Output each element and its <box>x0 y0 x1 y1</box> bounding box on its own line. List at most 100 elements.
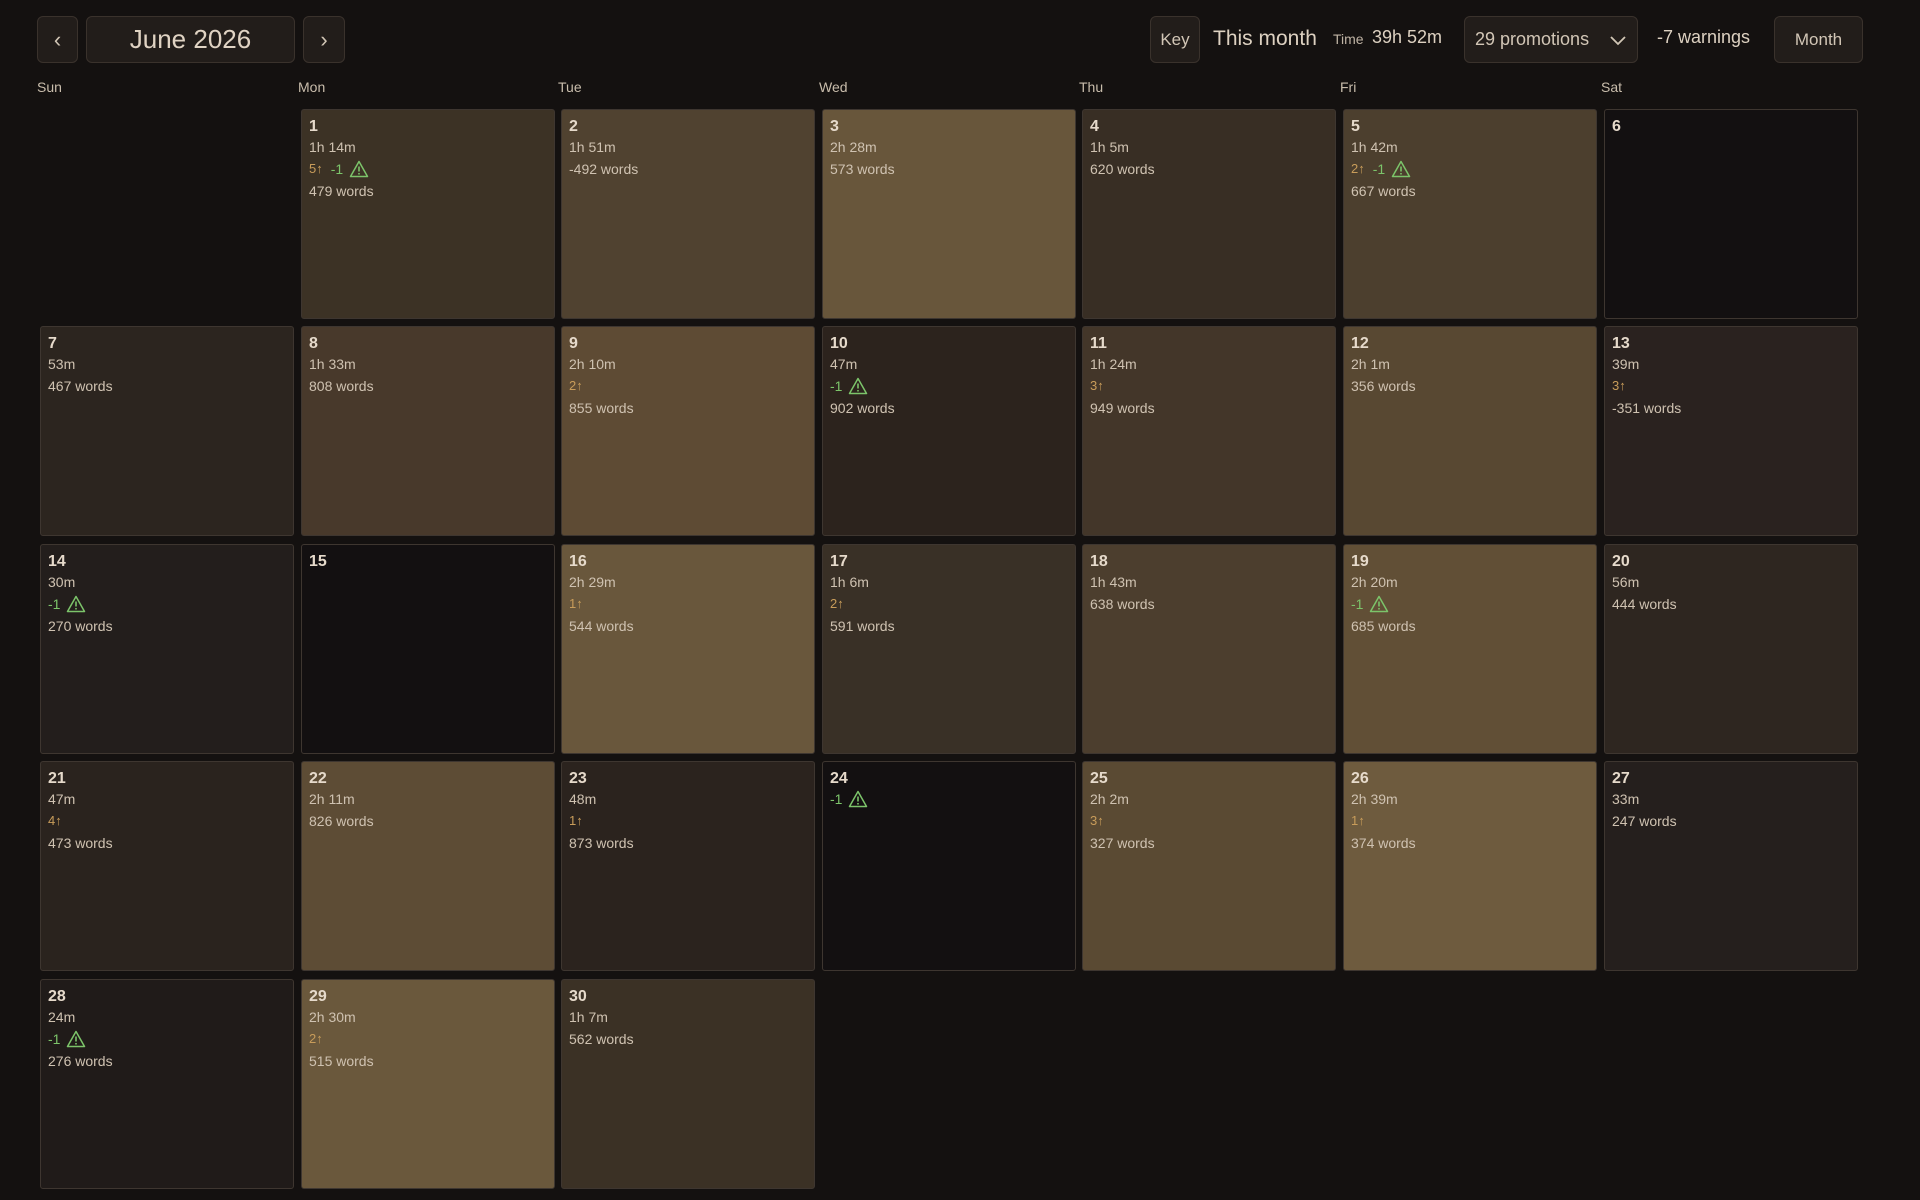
day-number: 15 <box>309 553 327 570</box>
day-number: 8 <box>309 335 318 352</box>
promotion-count: 4↑ <box>48 813 62 828</box>
scope-label: This month <box>1213 27 1317 50</box>
day-words: 276 words <box>48 1053 113 1069</box>
day-cell[interactable]: 20 56m 444 words <box>1604 544 1858 754</box>
day-words: 473 words <box>48 835 113 851</box>
day-cell[interactable]: 2 1h 51m -492 words <box>561 109 815 319</box>
day-time: 2h 39m <box>1351 791 1398 807</box>
day-cell[interactable]: 21 47m 4↑ 473 words <box>40 761 294 971</box>
day-cell[interactable]: 24 -1 <box>822 761 1076 971</box>
day-words: 270 words <box>48 618 113 634</box>
day-cell[interactable]: 4 1h 5m 620 words <box>1082 109 1336 319</box>
prev-month-button[interactable]: ‹ <box>37 16 78 63</box>
day-number: 30 <box>569 988 587 1005</box>
day-cell[interactable]: 18 1h 43m 638 words <box>1082 544 1336 754</box>
promotion-count: 3↑ <box>1612 378 1626 393</box>
day-cell[interactable]: 1 1h 14m 5↑ -1 479 words <box>301 109 555 319</box>
warning-icon <box>849 377 868 395</box>
day-time: 2h 30m <box>309 1009 356 1025</box>
day-time: 48m <box>569 791 597 807</box>
day-words: 902 words <box>830 400 895 416</box>
warning-icon <box>67 595 86 613</box>
day-number: 23 <box>569 770 587 787</box>
weekday-mon: Mon <box>298 79 326 95</box>
day-words: 444 words <box>1612 596 1677 612</box>
view-mode-button[interactable]: Month <box>1774 16 1863 63</box>
day-number: 10 <box>830 335 848 352</box>
warning-count: -1 <box>330 161 344 177</box>
day-number: 5 <box>1351 118 1360 135</box>
day-cell[interactable]: 10 47m -1 902 words <box>822 326 1076 536</box>
day-cell[interactable]: 17 1h 6m 2↑ 591 words <box>822 544 1076 754</box>
day-time: 1h 6m <box>830 574 869 590</box>
day-time: 1h 43m <box>1090 574 1137 590</box>
day-time: 2h 29m <box>569 574 616 590</box>
day-words: 327 words <box>1090 835 1155 851</box>
day-time: 1h 51m <box>569 139 616 155</box>
day-cell[interactable]: 9 2h 10m 2↑ 855 words <box>561 326 815 536</box>
next-month-button[interactable]: › <box>303 16 345 63</box>
day-time: 33m <box>1612 791 1640 807</box>
day-cell[interactable]: 26 2h 39m 1↑ 374 words <box>1343 761 1597 971</box>
day-words: 573 words <box>830 161 895 177</box>
promotion-count: 3↑ <box>1090 813 1104 828</box>
day-cell[interactable]: 7 53m 467 words <box>40 326 294 536</box>
day-cell[interactable]: 30 1h 7m 562 words <box>561 979 815 1189</box>
key-button[interactable]: Key <box>1150 16 1200 63</box>
day-words: 638 words <box>1090 596 1155 612</box>
day-time: 2h 11m <box>309 791 355 807</box>
weekday-sat: Sat <box>1601 79 1623 95</box>
day-cell[interactable]: 19 2h 20m -1 685 words <box>1343 544 1597 754</box>
day-cell[interactable]: 23 48m 1↑ 873 words <box>561 761 815 971</box>
day-time: 2h 20m <box>1351 574 1398 590</box>
day-time: 2h 2m <box>1090 791 1129 807</box>
weekday-fri: Fri <box>1340 79 1357 95</box>
day-number: 14 <box>48 553 66 570</box>
day-time: 2h 10m <box>569 356 616 372</box>
day-cell[interactable]: 13 39m 3↑ -351 words <box>1604 326 1858 536</box>
day-cell[interactable]: 3 2h 28m 573 words <box>822 109 1076 319</box>
day-words: 247 words <box>1612 813 1677 829</box>
day-time: 1h 42m <box>1351 139 1398 155</box>
day-cell[interactable]: 28 24m -1 276 words <box>40 979 294 1189</box>
day-cell[interactable]: 11 1h 24m 3↑ 949 words <box>1082 326 1336 536</box>
day-words: 591 words <box>830 618 895 634</box>
day-cell[interactable]: 5 1h 42m 2↑ -1 667 words <box>1343 109 1597 319</box>
warning-icon <box>1391 160 1411 178</box>
day-cell[interactable]: 16 2h 29m 1↑ 544 words <box>561 544 815 754</box>
day-words: 826 words <box>309 813 374 829</box>
promotion-count: 1↑ <box>569 596 583 611</box>
day-time: 1h 7m <box>569 1009 608 1025</box>
day-cell[interactable]: 15 <box>301 544 555 754</box>
promotion-count: 3↑ <box>1090 378 1104 393</box>
day-badges: -1 <box>48 593 293 615</box>
day-cell[interactable]: 14 30m -1 270 words <box>40 544 294 754</box>
day-time: 53m <box>48 356 76 372</box>
warning-count: -1 <box>1372 161 1386 177</box>
day-cell[interactable]: 22 2h 11m 826 words <box>301 761 555 971</box>
day-time: 56m <box>1612 574 1640 590</box>
day-cell[interactable]: 27 33m 247 words <box>1604 761 1858 971</box>
day-words: 685 words <box>1351 618 1416 634</box>
day-badges: 5↑ -1 <box>309 158 554 180</box>
promotion-count: 1↑ <box>1351 813 1365 828</box>
day-cell[interactable]: 6 <box>1604 109 1858 319</box>
warning-count: -1 <box>48 1031 61 1047</box>
month-title-button[interactable]: June 2026 <box>86 16 295 63</box>
weekday-wed: Wed <box>819 79 848 95</box>
day-number: 26 <box>1351 770 1369 787</box>
day-cell[interactable]: 25 2h 2m 3↑ 327 words <box>1082 761 1336 971</box>
day-words: -492 words <box>569 161 639 177</box>
day-cell[interactable]: 29 2h 30m 2↑ 515 words <box>301 979 555 1189</box>
day-time: 2h 28m <box>830 139 877 155</box>
promotions-dropdown[interactable]: 29 promotions <box>1464 16 1638 63</box>
promotion-count: 2↑ <box>1351 161 1365 176</box>
calendar-toolbar: ‹ June 2026 › Key This month Time 39h 52… <box>0 0 1920 80</box>
day-words: 479 words <box>309 183 374 199</box>
day-time: 1h 5m <box>1090 139 1129 155</box>
warning-count: -1 <box>48 596 61 612</box>
day-number: 20 <box>1612 553 1630 570</box>
day-time: 47m <box>48 791 76 807</box>
day-cell[interactable]: 12 2h 1m 356 words <box>1343 326 1597 536</box>
day-cell[interactable]: 8 1h 33m 808 words <box>301 326 555 536</box>
